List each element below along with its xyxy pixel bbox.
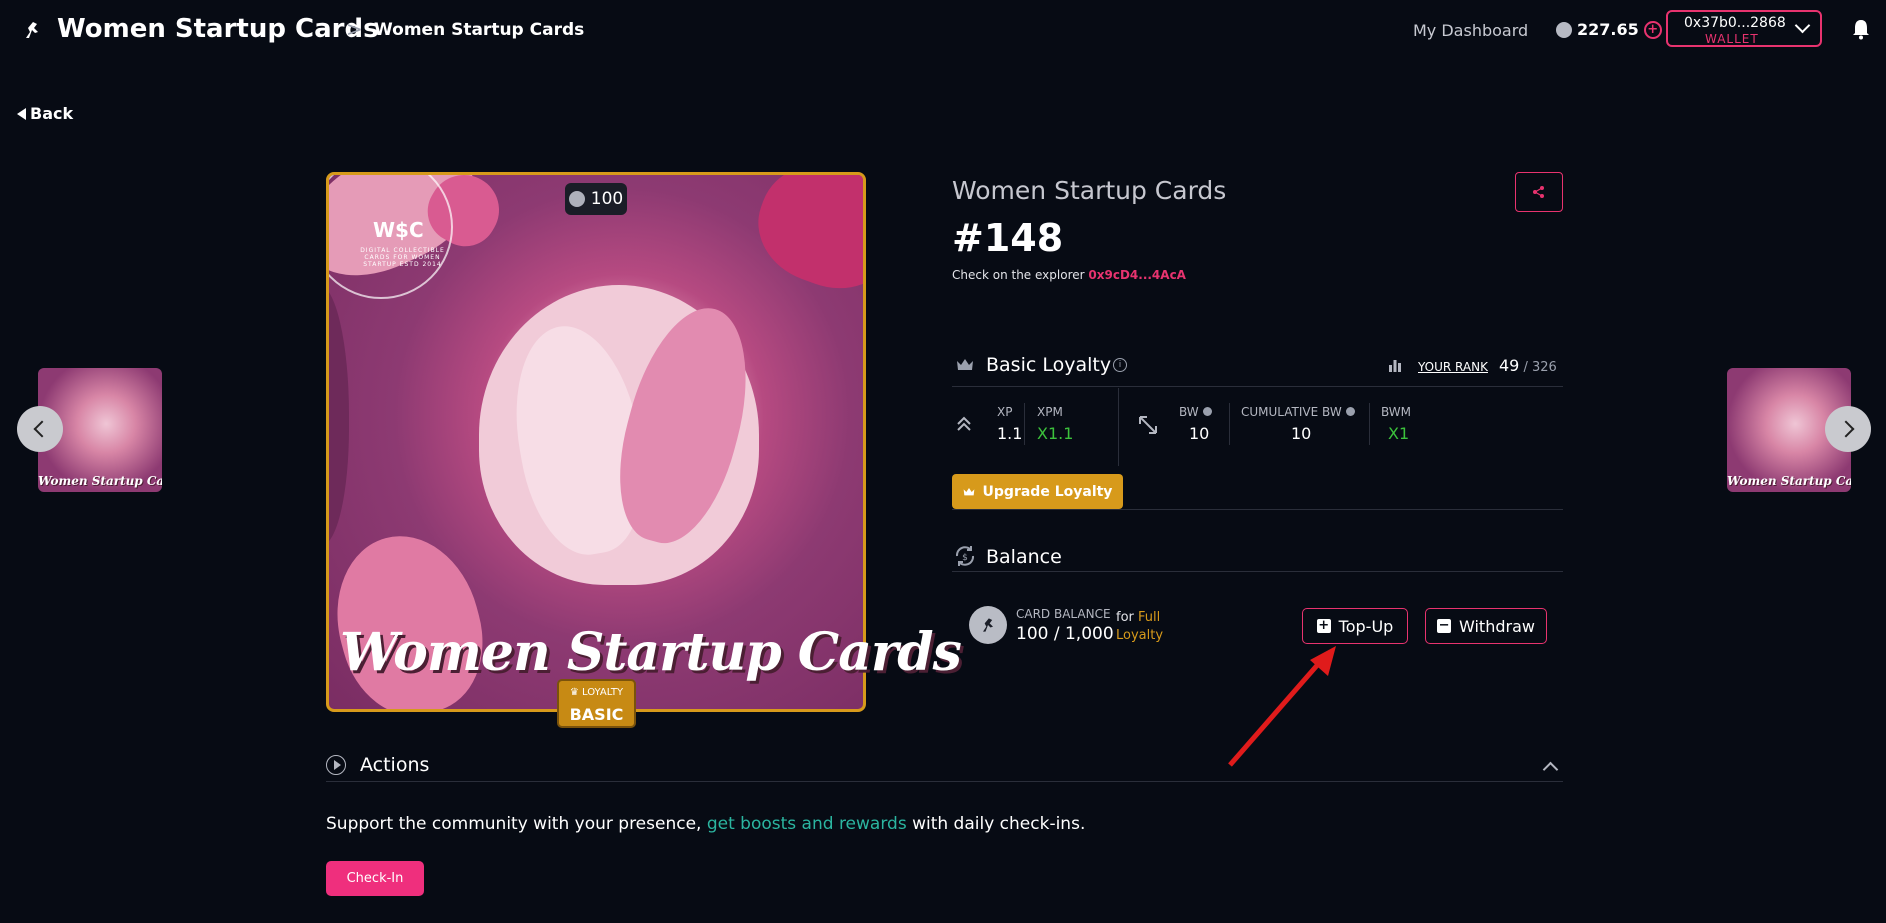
token-balance-value: 227.65	[1577, 20, 1639, 39]
wallet-label: WALLET	[1705, 32, 1759, 46]
loyalty-title: Basic Loyalty	[986, 354, 1112, 376]
token-balance: 227.65 +	[1556, 20, 1662, 39]
your-rank-link[interactable]: YOUR RANK	[1418, 360, 1488, 374]
breadcrumb-separator: >	[346, 17, 363, 41]
xpm-label: XPM	[1037, 405, 1063, 419]
token-icon	[1556, 21, 1572, 38]
previous-card-button[interactable]	[17, 406, 63, 452]
chevron-right-icon	[1837, 420, 1855, 438]
rank-value: 49 / 326	[1499, 356, 1557, 375]
xpm-value: X1.1	[1037, 424, 1074, 443]
withdraw-label: Withdraw	[1459, 616, 1535, 636]
chevron-down-icon	[1794, 17, 1811, 34]
explorer-link[interactable]: 0x9cD4...4AcA	[1088, 268, 1186, 282]
annotation-arrow	[1228, 646, 1336, 767]
chevron-up-icon[interactable]	[1542, 761, 1559, 778]
card-name-overlay: Women Startup Cards	[340, 622, 962, 683]
divider	[1024, 403, 1025, 445]
refresh-coin-icon: $	[955, 546, 975, 566]
upgrade-loyalty-label: Upgrade Loyalty	[982, 483, 1113, 500]
actions-title: Actions	[360, 754, 430, 776]
card-logo-subtitle: DIGITAL COLLECTIBLE CARDS FOR WOMEN STAR…	[360, 247, 445, 268]
loyalty-badge-level: BASIC	[569, 705, 624, 724]
card-balance-label: CARD BALANCE	[1016, 607, 1111, 621]
wallet-button[interactable]: 0x37b0...2868 WALLET	[1666, 10, 1822, 47]
my-dashboard-link[interactable]: My Dashboard	[1413, 21, 1528, 40]
rocket-astronaut-icon[interactable]	[20, 18, 44, 42]
back-label: Back	[30, 104, 74, 123]
card-number: #148	[952, 216, 1064, 260]
top-up-button[interactable]: + Top-Up	[1302, 608, 1408, 644]
card-logo: W$C	[373, 218, 424, 242]
cumulative-bw-label: CUMULATIVE BW	[1241, 405, 1355, 419]
boosts-rewards-link[interactable]: get boosts and rewards	[707, 814, 907, 834]
app-title[interactable]: Women Startup Cards	[57, 14, 379, 44]
add-funds-icon[interactable]: +	[1643, 20, 1662, 39]
crown-icon	[957, 359, 973, 370]
info-icon[interactable]	[1345, 407, 1355, 416]
play-circle-icon	[326, 755, 346, 775]
card-balance-value: 100 / 1,000	[1016, 624, 1114, 644]
rank-total: / 326	[1519, 360, 1557, 375]
resize-arrows-icon	[1139, 416, 1157, 434]
bell-icon[interactable]	[1851, 18, 1871, 40]
bw-value: 10	[1189, 424, 1210, 443]
double-chevron-up-icon	[957, 416, 971, 431]
top-up-label: Top-Up	[1338, 616, 1394, 636]
loyalty-badge: ♛ LOYALTY BASIC	[557, 679, 636, 728]
plus-square-icon: +	[1316, 618, 1331, 633]
loyalty-badge-top: ♛ LOYALTY	[569, 687, 624, 698]
thumb-caption: Women Startup Cards	[1727, 474, 1851, 488]
back-arrow-icon	[17, 107, 26, 120]
share-icon	[1533, 186, 1544, 198]
chevron-left-icon	[33, 420, 51, 438]
xp-label: XP	[997, 405, 1013, 419]
explorer-row: Check on the explorer 0x9cD4...4AcA	[952, 268, 1186, 282]
breadcrumb: Women Startup Cards	[374, 20, 585, 40]
token-icon	[568, 191, 585, 207]
wallet-address: 0x37b0...2868	[1684, 15, 1786, 31]
checkin-description: Support the community with your presence…	[326, 814, 1086, 834]
minus-square-icon: −	[1437, 618, 1452, 633]
divider	[326, 781, 1563, 782]
bw-label: BW	[1179, 405, 1212, 419]
divider	[952, 386, 1563, 387]
balance-target-note: for Full Loyalty	[1116, 610, 1164, 643]
card-count-badge: 100	[565, 183, 627, 215]
cumulative-bw-value: 10	[1291, 424, 1312, 443]
divider	[952, 509, 1563, 510]
explorer-prefix: Check on the explorer	[952, 268, 1085, 282]
share-button[interactable]	[1515, 172, 1563, 212]
bwm-value: X1	[1388, 424, 1410, 443]
thumb-caption: Women Startup Cards	[38, 474, 162, 488]
divider	[1118, 388, 1119, 466]
svg-text:$: $	[962, 553, 968, 563]
card-balance-avatar	[969, 606, 1007, 644]
next-card-button[interactable]	[1825, 406, 1871, 452]
xp-value: 1.1	[997, 424, 1023, 443]
info-icon[interactable]	[1202, 407, 1212, 416]
rank-position: 49	[1499, 356, 1520, 375]
rocket-astronaut-icon	[983, 618, 993, 632]
collection-title: Women Startup Cards	[952, 176, 1227, 205]
crown-icon	[963, 487, 974, 495]
withdraw-button[interactable]: − Withdraw	[1425, 608, 1547, 644]
back-button[interactable]: Back	[17, 104, 73, 123]
info-icon[interactable]: i	[1113, 358, 1127, 372]
bwm-label: BWM	[1381, 405, 1412, 419]
bar-chart-icon	[1389, 360, 1401, 372]
upgrade-loyalty-button[interactable]: Upgrade Loyalty	[952, 474, 1123, 509]
check-in-button[interactable]: Check-In	[326, 861, 424, 896]
divider	[952, 571, 1563, 572]
card-count-value: 100	[590, 189, 624, 209]
divider	[1229, 403, 1230, 445]
divider	[1369, 403, 1370, 445]
balance-title: Balance	[986, 546, 1062, 568]
